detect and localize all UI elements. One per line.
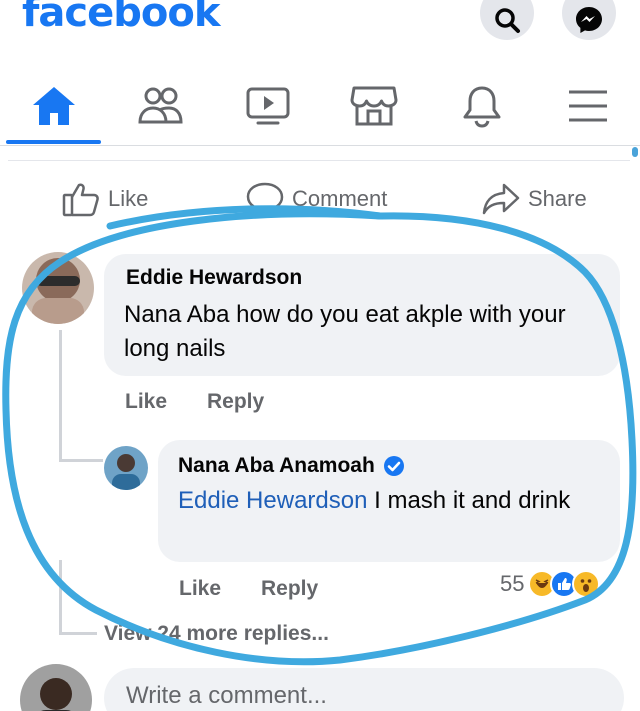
post-divider	[8, 160, 630, 161]
avatar-image	[20, 664, 92, 711]
facebook-logo[interactable]: facebook	[22, 0, 220, 36]
comment-icon	[246, 182, 284, 216]
reply-header: Nana Aba Anamoah	[178, 454, 405, 478]
messenger-button[interactable]	[562, 0, 616, 40]
nav-friends[interactable]	[112, 68, 208, 144]
share-label: Share	[528, 186, 587, 211]
comment-reply-link[interactable]: Reply	[207, 390, 264, 414]
verified-badge-icon	[383, 456, 404, 476]
comment-button[interactable]: Comment	[246, 178, 387, 220]
marketplace-icon	[350, 86, 398, 126]
reply-like-link[interactable]: Like	[179, 577, 221, 601]
nav-marketplace[interactable]	[326, 68, 422, 144]
avatar-eddie[interactable]	[22, 252, 94, 324]
avatar-nana[interactable]	[104, 446, 148, 490]
nav-active-indicator	[6, 140, 101, 144]
comment-text: Nana Aba how do you eat akple with your …	[124, 301, 566, 362]
share-icon	[482, 183, 520, 215]
comment-input[interactable]: Write a comment...	[104, 668, 624, 711]
nav-notifications[interactable]	[434, 68, 530, 144]
reply-reply-link[interactable]: Reply	[261, 577, 318, 601]
nav-menu[interactable]	[540, 68, 636, 144]
comment-like-link[interactable]: Like	[125, 390, 167, 414]
menu-icon	[569, 90, 607, 122]
wow-icon	[572, 570, 601, 598]
reply-bubble: Nana Aba Anamoah Eddie Hewardson I mash …	[158, 440, 620, 562]
share-button[interactable]: Share	[482, 178, 587, 220]
reply-author[interactable]: Nana Aba Anamoah	[178, 454, 375, 478]
home-icon	[33, 87, 75, 125]
bell-icon	[463, 86, 501, 128]
main-nav	[0, 68, 640, 144]
reply-text-block: Eddie Hewardson I mash it and drink	[178, 484, 598, 518]
thread-connector	[59, 459, 103, 462]
like-button[interactable]: Like	[62, 178, 148, 220]
current-user-avatar[interactable]	[20, 664, 92, 711]
thread-line-lower	[59, 560, 62, 634]
search-icon	[495, 8, 520, 33]
reply-text: I mash it and drink	[367, 487, 571, 514]
comment-input-placeholder: Write a comment...	[126, 682, 327, 709]
friends-icon	[138, 87, 183, 124]
nav-home[interactable]	[6, 68, 102, 144]
comment-author[interactable]: Eddie Hewardson	[126, 266, 302, 290]
scroll-indicator	[632, 147, 638, 157]
avatar-image	[104, 446, 148, 490]
thumbs-up-icon	[62, 183, 99, 217]
thread-line	[59, 330, 62, 460]
reply-mention[interactable]: Eddie Hewardson	[178, 487, 367, 514]
messenger-icon	[576, 7, 602, 33]
nav-watch[interactable]	[220, 68, 316, 144]
view-more-replies-link[interactable]: View 24 more replies...	[104, 622, 329, 646]
watch-icon	[246, 87, 290, 125]
search-button[interactable]	[480, 0, 534, 40]
post-actions: Like Comment Share	[0, 178, 640, 220]
comment-label: Comment	[292, 186, 388, 211]
comment-bubble: Eddie Hewardson Nana Aba how do you eat …	[104, 254, 620, 376]
nav-divider	[0, 145, 640, 146]
thread-connector-lower	[59, 632, 97, 635]
avatar-image	[22, 252, 94, 324]
like-label: Like	[108, 186, 149, 211]
reaction-count: 55	[500, 571, 525, 596]
reaction-summary[interactable]: 55	[500, 570, 601, 598]
